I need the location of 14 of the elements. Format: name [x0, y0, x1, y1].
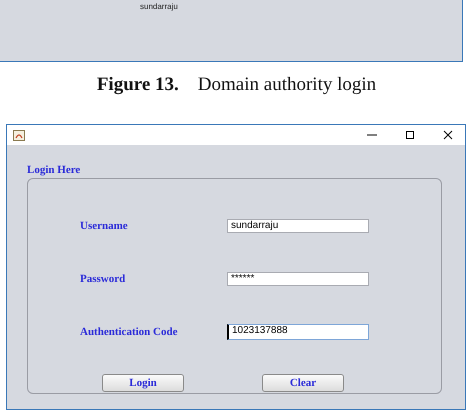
action-button[interactable]: Login [102, 374, 184, 392]
field-label: Username [80, 220, 129, 232]
figure-caption: Figure 13. Domain authority login [96, 74, 378, 97]
input-field[interactable]: 1023137888 [227, 324, 369, 340]
username-text: sundarraju [140, 2, 178, 11]
action-button[interactable]: Clear [262, 374, 344, 392]
field-label: Authentication Code [80, 326, 178, 338]
input-field[interactable]: sundarraju [227, 219, 369, 233]
field-label: Password [80, 273, 126, 285]
app-icon [13, 130, 25, 140]
maximize-icon[interactable] [405, 130, 415, 140]
input-field[interactable]: ****** [227, 272, 369, 286]
close-icon[interactable] [443, 130, 453, 140]
group-title: Login Here [27, 164, 82, 176]
